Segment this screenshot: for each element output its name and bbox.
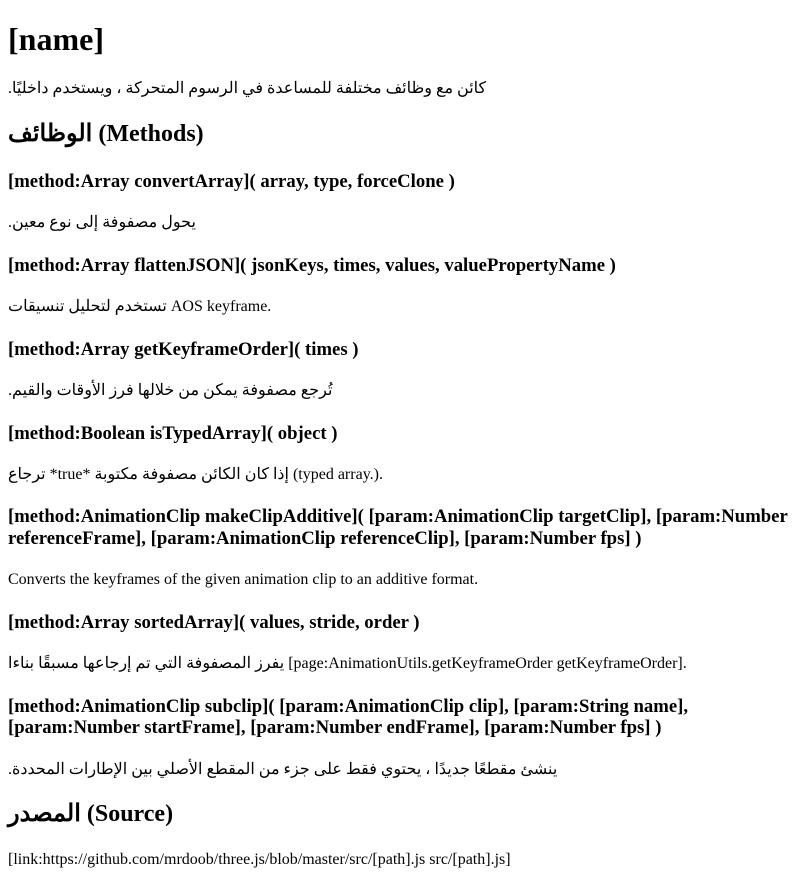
method-signature: [method:AnimationClip makeClipAdditive](… bbox=[8, 506, 788, 549]
method-signature: [method:Array flattenJSON]( jsonKeys, ti… bbox=[8, 254, 616, 276]
methods-heading: الوظائف (Methods) bbox=[8, 121, 204, 148]
source-link[interactable]: [link:https://github.com/mrdoob/three.js… bbox=[8, 851, 792, 869]
method-description: يفرز المصفوفة التي تم إرجاعها مسبقًا بنا… bbox=[8, 655, 687, 673]
source-heading: المصدر (Source) bbox=[8, 801, 174, 828]
method-signature: [method:AnimationClip subclip]( [param:A… bbox=[8, 695, 689, 739]
method-description: ترجاع *true* إذا كان الكائن مصفوفة مكتوب… bbox=[8, 466, 383, 484]
method-signature: [method:Array getKeyframeOrder]( times ) bbox=[8, 338, 359, 360]
method-description: .ينشئ مقطعًا جديدًا ، يحتوي فقط على جزء … bbox=[8, 760, 558, 778]
method-signature: [method:Boolean isTypedArray]( object ) bbox=[8, 422, 338, 444]
page-title: [name] bbox=[8, 21, 104, 57]
method-description: تستخدم لتحليل تنسيقات AOS keyframe. bbox=[8, 298, 272, 316]
method-description: Converts the keyframes of the given anim… bbox=[8, 571, 479, 589]
document-page: [name] .كائن مع وظائف مختلفة للمساعدة في… bbox=[0, 21, 800, 869]
method-signature: [method:Array convertArray]( array, type… bbox=[8, 170, 455, 192]
method-description: .يحول مصفوفة إلى نوع معين bbox=[8, 214, 196, 232]
method-signature: [method:Array sortedArray]( values, stri… bbox=[8, 611, 420, 633]
intro-description: .كائن مع وظائف مختلفة للمساعدة في الرسوم… bbox=[8, 79, 487, 97]
method-description: .تُرجع مصفوفة يمكن من خلالها فرز الأوقات… bbox=[8, 382, 333, 400]
